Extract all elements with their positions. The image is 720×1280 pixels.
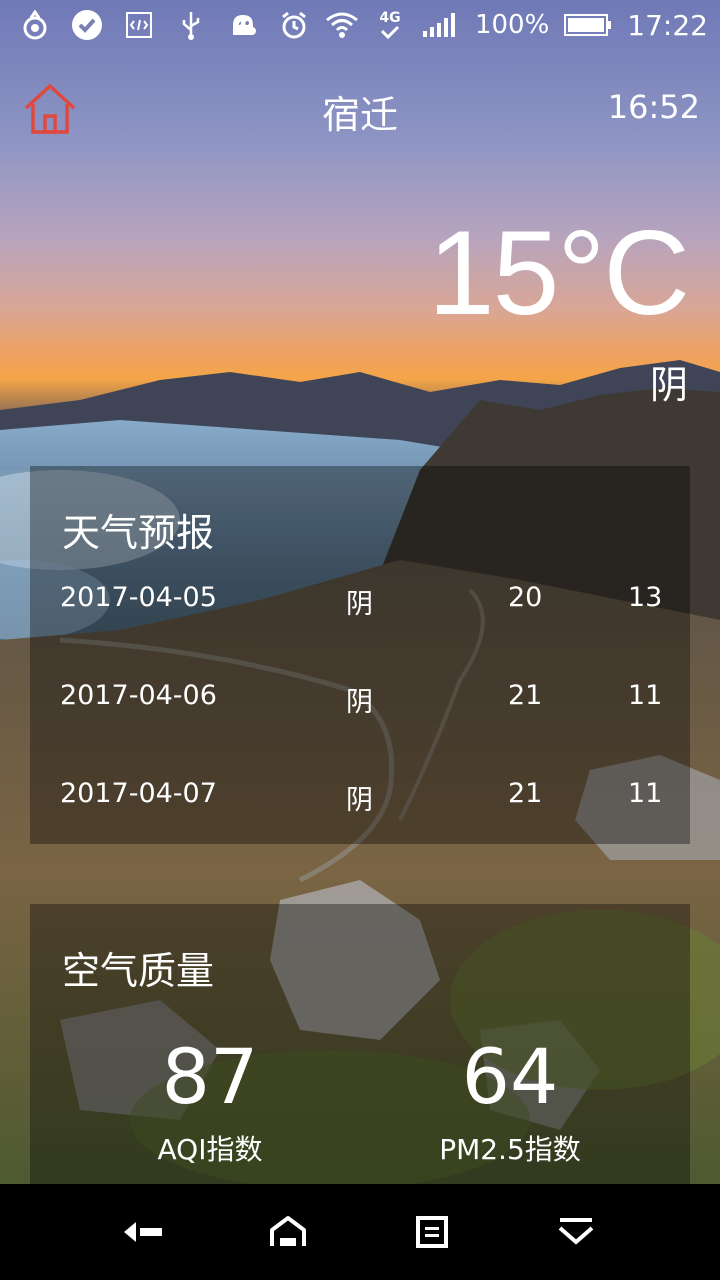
forecast-row: 2017-04-05 阴 20 13 — [30, 582, 690, 622]
update-time: 16:52 — [607, 88, 700, 126]
network-4g-icon: 4G — [373, 8, 407, 42]
aqi-label: AQI指数 — [157, 1133, 263, 1166]
home-nav-button[interactable] — [264, 1212, 312, 1252]
forecast-low: 13 — [628, 582, 663, 613]
air-quality-title: 空气质量 — [62, 949, 215, 993]
forecast-weather: 阴 — [346, 687, 373, 718]
wifi-icon — [325, 8, 359, 42]
current-condition: 阴 — [649, 363, 688, 407]
forecast-high: 21 — [508, 680, 543, 711]
usb-icon — [174, 8, 208, 42]
nfc-icon — [229, 8, 263, 42]
forecast-low: 11 — [628, 680, 663, 711]
check-circle-icon — [70, 8, 104, 42]
forecast-weather: 阴 — [346, 589, 373, 620]
forecast-row: 2017-04-07 阴 21 11 — [30, 778, 690, 818]
recents-button[interactable] — [408, 1212, 456, 1252]
forecast-high: 21 — [508, 778, 543, 809]
forecast-panel: 天气预报 2017-04-05 阴 20 13 2017-04-06 阴 21 … — [30, 466, 690, 844]
forecast-low: 11 — [628, 778, 663, 809]
forecast-title: 天气预报 — [62, 511, 215, 555]
app-icon — [18, 8, 52, 42]
hide-keyboard-button[interactable] — [552, 1212, 600, 1252]
recents-icon — [416, 1216, 448, 1248]
forecast-row: 2017-04-06 阴 21 11 — [30, 680, 690, 720]
air-quality-panel: 空气质量 87 AQI指数 64 PM2.5指数 — [30, 904, 690, 1184]
forecast-date: 2017-04-06 — [60, 680, 217, 711]
hide-keyboard-icon — [558, 1218, 594, 1245]
pm25-value: 64 — [461, 1032, 559, 1121]
forecast-date: 2017-04-05 — [60, 582, 217, 613]
code-icon — [122, 8, 156, 42]
signal-icon — [421, 8, 461, 42]
back-button[interactable] — [120, 1212, 168, 1252]
battery-percent: 100% — [474, 10, 550, 40]
forecast-date: 2017-04-07 — [60, 778, 217, 809]
home-icon — [270, 1216, 306, 1246]
forecast-weather: 阴 — [346, 785, 373, 816]
status-bar: 4G 100% 17:22 — [0, 0, 720, 52]
aqi-value: 87 — [161, 1032, 259, 1121]
status-time: 17:22 — [627, 8, 708, 42]
forecast-high: 20 — [508, 582, 543, 613]
back-icon — [124, 1222, 162, 1242]
header: 宿迁 16:52 — [0, 70, 720, 146]
alarm-icon — [277, 8, 311, 42]
navigation-bar — [0, 1184, 720, 1280]
battery-icon — [563, 8, 613, 42]
pm25-label: PM2.5指数 — [439, 1133, 581, 1166]
current-temperature: 15°C — [427, 206, 690, 340]
